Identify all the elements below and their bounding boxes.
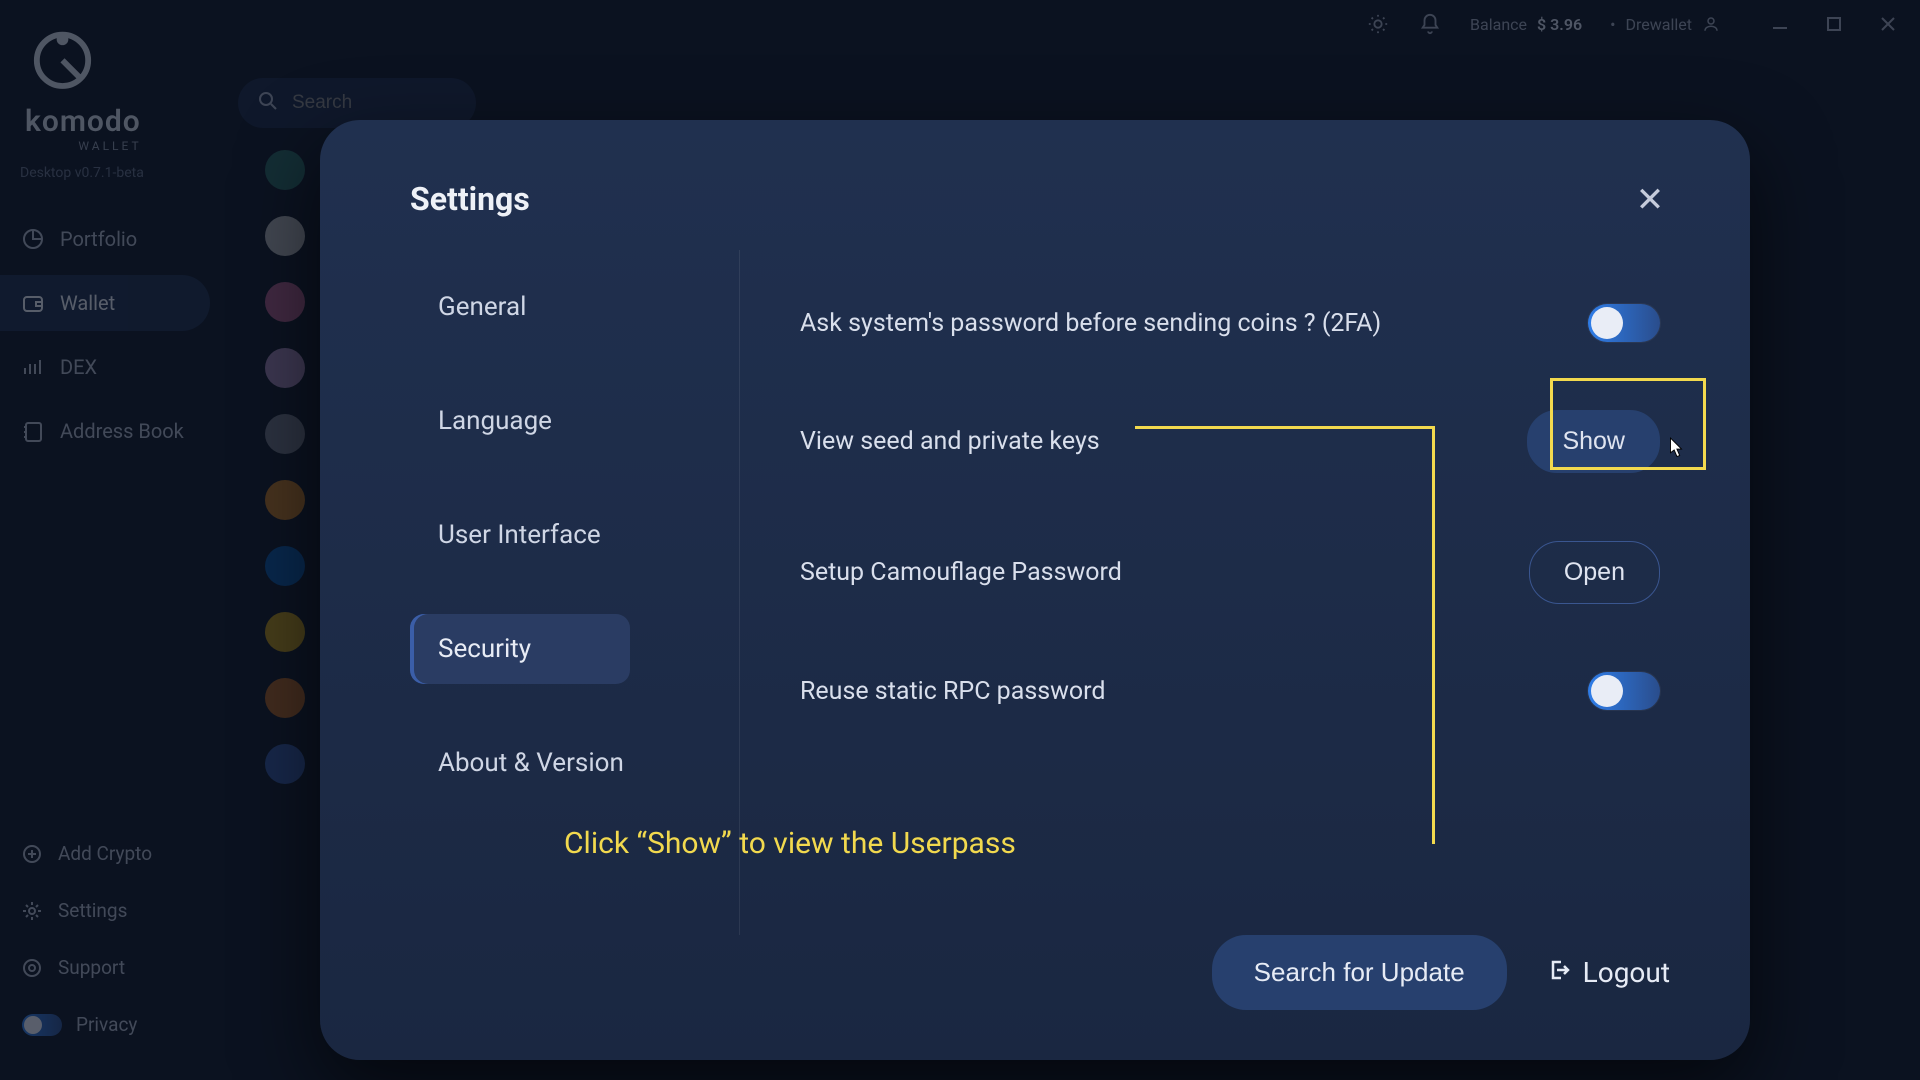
sidebar-label-portfolio: Portfolio xyxy=(60,227,137,251)
coin-icon[interactable] xyxy=(265,678,305,718)
show-button[interactable]: Show xyxy=(1527,410,1660,473)
coin-icon[interactable] xyxy=(265,282,305,322)
row-label-rpc: Reuse static RPC password xyxy=(800,677,1106,706)
sidebar-item-addressbook[interactable]: Address Book xyxy=(0,403,210,459)
settings-modal: Settings ✕ General Language User Interfa… xyxy=(320,120,1750,1060)
modal-title: Settings xyxy=(410,180,530,218)
toggle-rpc[interactable] xyxy=(1588,672,1660,710)
toggle-2fa[interactable] xyxy=(1588,304,1660,342)
logout-button[interactable]: Logout xyxy=(1547,956,1670,989)
sidebar-item-wallet[interactable]: Wallet xyxy=(0,275,210,331)
theme-icon[interactable] xyxy=(1366,12,1390,36)
coin-icon[interactable] xyxy=(265,150,305,190)
sidebar: komodo WALLET Desktop v0.7.1-beta Portfo… xyxy=(0,0,250,1080)
brand-name: komodo xyxy=(25,104,250,139)
row-label-seed: View seed and private keys xyxy=(800,427,1100,456)
user-name: Drewallet xyxy=(1626,15,1692,34)
search-input[interactable] xyxy=(292,92,456,114)
sidebar-label-dex: DEX xyxy=(60,355,97,379)
privacy-toggle[interactable] xyxy=(22,1014,62,1036)
user-icon xyxy=(1702,15,1720,33)
dex-icon xyxy=(22,356,44,378)
version-label: Desktop v0.7.1-beta xyxy=(0,165,250,181)
tab-language[interactable]: Language xyxy=(410,386,580,456)
gear-icon xyxy=(22,901,42,921)
brand-sub: WALLET xyxy=(25,139,195,153)
coin-icon[interactable] xyxy=(265,612,305,652)
brand-logo: komodo WALLET xyxy=(0,30,250,153)
coin-icon[interactable] xyxy=(265,744,305,784)
sidebar-item-dex[interactable]: DEX xyxy=(0,339,210,395)
plus-icon xyxy=(22,844,42,864)
logout-label: Logout xyxy=(1583,956,1670,989)
close-icon[interactable]: ✕ xyxy=(1630,180,1670,220)
bell-icon[interactable] xyxy=(1418,12,1442,36)
support-icon xyxy=(22,958,42,978)
balance-value: $ 3.96 xyxy=(1537,15,1582,34)
sidebar-label-addcrypto: Add Crypto xyxy=(58,842,152,865)
maximize-icon[interactable] xyxy=(1822,12,1846,36)
tab-about[interactable]: About & Version xyxy=(410,728,652,798)
addressbook-icon xyxy=(22,420,44,442)
open-button[interactable]: Open xyxy=(1529,541,1660,604)
sidebar-item-portfolio[interactable]: Portfolio xyxy=(0,211,210,267)
tab-general[interactable]: General xyxy=(410,272,554,342)
balance-display: Balance $ 3.96 xyxy=(1470,15,1582,34)
tab-security[interactable]: Security xyxy=(410,614,630,684)
annotation-text: Click “Show” to view the Userpass xyxy=(564,826,1016,861)
coin-icon[interactable] xyxy=(265,480,305,520)
row-label-camo: Setup Camouflage Password xyxy=(800,558,1122,587)
logout-icon xyxy=(1547,956,1571,989)
sidebar-label-privacy: Privacy xyxy=(76,1013,137,1036)
coin-icon[interactable] xyxy=(265,414,305,454)
sidebar-label-wallet: Wallet xyxy=(60,291,115,315)
sidebar-label-support: Support xyxy=(58,956,125,979)
row-label-2fa: Ask system's password before sending coi… xyxy=(800,309,1381,338)
coin-icon[interactable] xyxy=(265,546,305,586)
portfolio-icon xyxy=(22,228,44,250)
sidebar-label-settings: Settings xyxy=(58,899,127,922)
minimize-icon[interactable] xyxy=(1768,12,1792,36)
sidebar-item-addcrypto[interactable]: Add Crypto xyxy=(0,828,210,879)
coin-icon[interactable] xyxy=(265,216,305,256)
wallet-icon xyxy=(22,292,44,314)
user-menu[interactable]: • Drewallet xyxy=(1610,15,1720,34)
coin-icon[interactable] xyxy=(265,348,305,388)
window-topbar: Balance $ 3.96 • Drewallet xyxy=(1346,0,1920,48)
sidebar-item-support[interactable]: Support xyxy=(0,942,210,993)
sidebar-label-addressbook: Address Book xyxy=(60,419,184,443)
coin-list xyxy=(265,150,305,784)
search-update-button[interactable]: Search for Update xyxy=(1212,935,1507,1010)
komodo-logo-icon xyxy=(25,30,100,100)
balance-label: Balance xyxy=(1470,15,1527,34)
close-window-icon[interactable] xyxy=(1876,12,1900,36)
sidebar-item-privacy[interactable]: Privacy xyxy=(0,999,250,1050)
tab-user-interface[interactable]: User Interface xyxy=(410,500,629,570)
search-icon xyxy=(258,91,278,115)
sidebar-item-settings[interactable]: Settings xyxy=(0,885,210,936)
